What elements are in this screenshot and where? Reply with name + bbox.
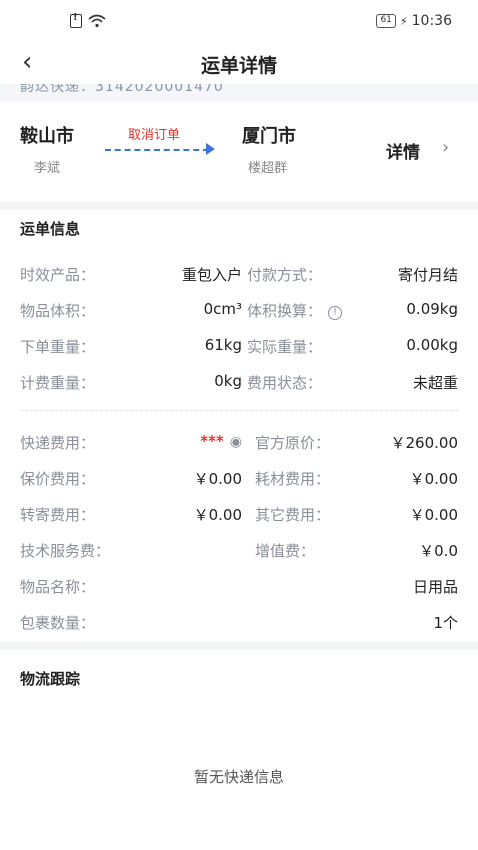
section-gap — [0, 642, 478, 650]
info-label: 时效产品： — [20, 266, 96, 284]
info-label: 付款方式： — [247, 266, 323, 284]
fee-label: 快递费用： — [20, 434, 96, 452]
info-label: 物品体积： — [20, 302, 96, 320]
fee-label: 其它费用： — [255, 506, 331, 524]
info-circle-icon[interactable]: ! — [328, 306, 343, 320]
info-label: 体积换算：! — [247, 300, 343, 321]
fee-label: 增值费： — [255, 542, 316, 560]
fee-value: ￥0.00 — [193, 506, 242, 524]
chevron-right-icon[interactable]: › — [442, 137, 449, 158]
info-value: 0.00kg — [406, 336, 458, 354]
waybill-section-title: 运单信息 — [20, 220, 81, 238]
status-right: 61 ⚡ 10:36 — [376, 13, 452, 29]
fee-value: ￥0.00 — [193, 470, 242, 488]
info-label: 费用状态： — [247, 374, 323, 392]
fee-label: 保价费用： — [20, 470, 96, 488]
arrow-right-icon — [206, 143, 215, 155]
info-value: 0.09kg — [406, 300, 458, 318]
info-row: 计费重量： 0kg 费用状态： 未超重 — [0, 372, 478, 394]
info-value: 0kg — [214, 372, 242, 390]
fee-label: 官方原价： — [255, 434, 331, 452]
info-label: 计费重量： — [20, 374, 96, 392]
nav-bar: ‹ 运单详情 — [0, 42, 478, 84]
route-card: 鞍山市 李斌 取消订单 厦门市 楼超群 详情 › — [0, 102, 478, 202]
info-label: 下单重量： — [20, 338, 96, 356]
fee-value: *** ◉ — [200, 432, 242, 450]
info-value: 寄付月结 — [397, 266, 458, 284]
scrolled-tracking-number: 韵达快递：3142020001470 — [0, 84, 478, 102]
fee-label: 耗材费用： — [255, 470, 331, 488]
status-bar: 61 ⚡ 10:36 — [0, 0, 478, 42]
fee-value: ￥0.00 — [409, 506, 458, 524]
item-name-value: 日用品 — [412, 578, 458, 596]
from-city: 鞍山市 — [20, 126, 74, 147]
info-value: 重包入户 — [181, 266, 242, 284]
tracking-section-title: 物流跟踪 — [20, 670, 81, 688]
eye-icon[interactable]: ◉ — [230, 434, 242, 450]
clock: 10:36 — [411, 13, 452, 29]
item-name-label: 物品名称： — [20, 578, 96, 596]
section-gap — [0, 202, 478, 210]
fee-label: 转寄费用： — [20, 506, 96, 524]
fee-value: ￥0.00 — [409, 470, 458, 488]
tracking-number-text: 韵达快递：3142020001470 — [20, 84, 224, 95]
package-count-row: 包裹数量： 1个 — [0, 612, 478, 634]
tracking-empty-text: 暂无快递信息 — [193, 768, 284, 786]
to-city: 厦门市 — [242, 126, 296, 147]
order-status: 取消订单 — [128, 128, 181, 143]
info-value: 0cm³ — [203, 300, 242, 318]
fee-value: ￥260.00 — [390, 434, 459, 452]
fee-row: 转寄费用： ￥0.00 其它费用： ￥0.00 — [0, 504, 478, 526]
fee-value: ￥0.0 — [419, 542, 458, 560]
page-title: 运单详情 — [200, 55, 277, 77]
info-row: 下单重量： 61kg 实际重量： 0.00kg — [0, 336, 478, 358]
wifi-icon — [88, 14, 106, 28]
item-name-row: 物品名称： 日用品 — [0, 576, 478, 598]
battery-icon: 61 — [376, 14, 396, 28]
info-row: 时效产品： 重包入户 付款方式： 寄付月结 — [0, 264, 478, 286]
dashed-divider — [20, 410, 458, 411]
charging-icon: ⚡ — [399, 14, 408, 28]
info-label: 实际重量： — [247, 338, 323, 356]
masked-fee: *** — [200, 432, 224, 450]
fee-row: 保价费用： ￥0.00 耗材费用： ￥0.00 — [0, 468, 478, 490]
info-row: 物品体积： 0cm³ 体积换算：! 0.09kg — [0, 300, 478, 322]
package-count-label: 包裹数量： — [20, 614, 96, 632]
info-label-text: 体积换算： — [247, 302, 323, 320]
sim-alert-icon — [70, 12, 82, 28]
to-person: 楼超群 — [248, 161, 288, 176]
detail-button[interactable]: 详情 — [386, 138, 420, 163]
fee-row: 快递费用： *** ◉ 官方原价： ￥260.00 — [0, 432, 478, 454]
package-count-value: 1个 — [433, 614, 458, 632]
status-icons — [70, 12, 106, 28]
from-person: 李斌 — [34, 161, 61, 176]
fee-row: 技术服务费： 增值费： ￥0.0 — [0, 540, 478, 562]
info-value: 未超重 — [412, 374, 458, 392]
info-value: 61kg — [204, 336, 242, 354]
fee-label: 技术服务费： — [20, 542, 111, 560]
route-dashed-line — [105, 149, 209, 151]
